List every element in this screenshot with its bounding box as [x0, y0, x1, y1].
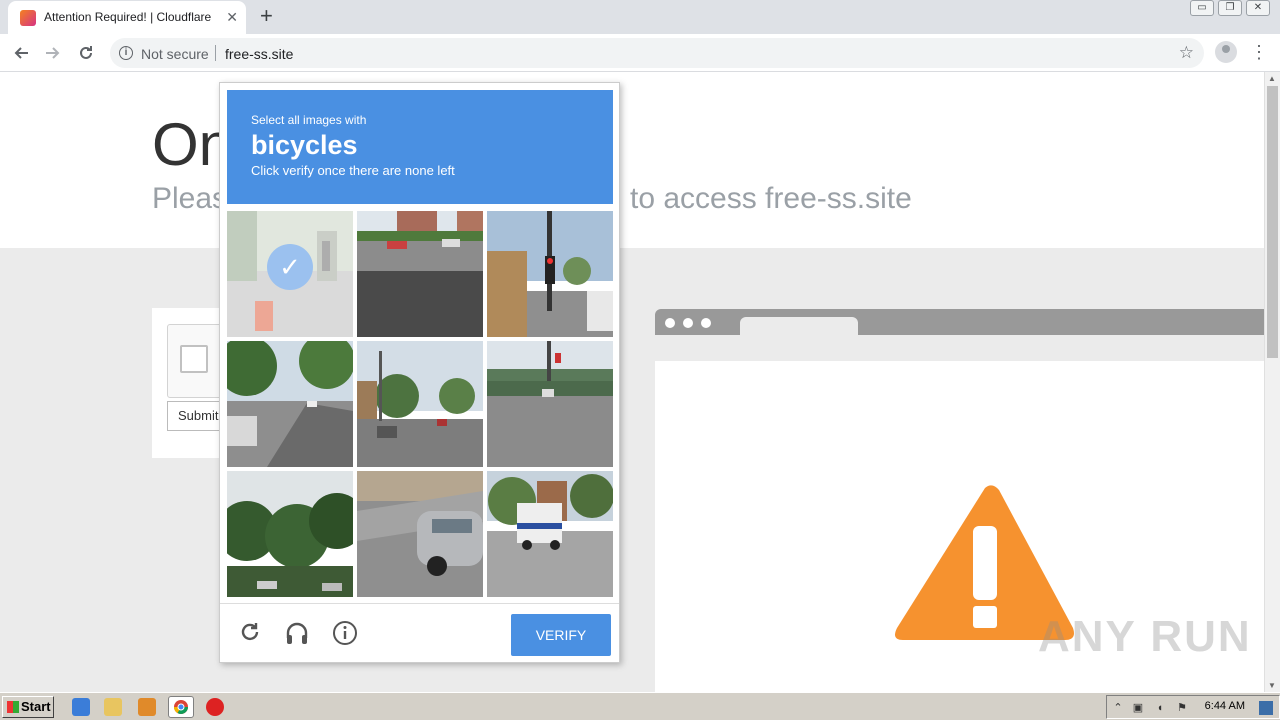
close-window-button[interactable]: ✕ [1246, 0, 1270, 16]
restore-button[interactable]: ❐ [1218, 0, 1242, 16]
cloudflare-favicon-icon [20, 10, 36, 26]
menu-dots-icon[interactable]: ⋮ [1250, 40, 1268, 64]
reload-challenge-button[interactable] [236, 620, 264, 648]
start-label: Start [21, 699, 51, 714]
parked-van-image [357, 471, 483, 597]
highway-overpass-image [487, 341, 613, 467]
windows-logo-icon [7, 701, 19, 713]
stop-icon[interactable] [206, 698, 224, 716]
taskbar: Start ⌃ ▣ ◖ ⚑ 6:44 AM [0, 692, 1280, 720]
audio-challenge-button[interactable] [283, 620, 311, 648]
tray-expand-icon[interactable]: ⌃ [1111, 701, 1125, 715]
tree-lined-road-image [227, 341, 353, 467]
scroll-up-icon[interactable]: ▲ [1268, 74, 1276, 83]
image-tile[interactable] [487, 471, 613, 597]
image-tile[interactable] [487, 341, 613, 467]
network-icon[interactable]: ▣ [1131, 701, 1145, 715]
trees-parking-image [227, 471, 353, 597]
volume-icon[interactable]: ◖ [1153, 701, 1167, 715]
flag-icon[interactable]: ⚑ [1175, 701, 1189, 715]
chrome-taskbar-button[interactable] [168, 696, 194, 718]
scroll-thumb[interactable] [1267, 86, 1278, 358]
delivery-truck-image [487, 471, 613, 597]
info-icon[interactable]: i [119, 46, 133, 60]
folder-icon[interactable] [104, 698, 122, 716]
selected-check-icon: ✓ [267, 244, 313, 290]
challenge-prompt: Select all images with [251, 113, 367, 127]
image-tile[interactable] [357, 211, 483, 337]
chrome-icon [174, 700, 188, 714]
security-label: Not secure [141, 46, 209, 62]
system-tray: ⌃ ▣ ◖ ⚑ 6:44 AM [1106, 695, 1280, 719]
profile-avatar-icon[interactable] [1215, 41, 1237, 63]
image-grid: ✓ [227, 211, 613, 597]
captcha-challenge: Select all images with bicycles Click ve… [219, 82, 620, 663]
challenge-header: Select all images with bicycles Click ve… [227, 90, 613, 204]
image-tile[interactable] [227, 471, 353, 597]
image-tile[interactable]: ✓ [227, 211, 353, 337]
browser-tab[interactable]: Attention Required! | Cloudflare ✕ [8, 1, 246, 34]
page-subheading-left: Pleas [152, 182, 228, 215]
illustration-dot [665, 318, 675, 328]
tab-title: Attention Required! | Cloudflare [44, 10, 212, 24]
tab-strip: Attention Required! | Cloudflare ✕ + ▭ ❐… [0, 0, 1280, 34]
recaptcha-checkbox[interactable] [180, 345, 208, 373]
arrow-left-icon [14, 47, 28, 59]
divider [215, 45, 216, 61]
address-bar[interactable]: i Not secure free-ss.site ☆ [110, 38, 1204, 68]
browser-toolbar: i Not secure free-ss.site ☆ ⋮ [0, 34, 1280, 72]
image-tile[interactable] [357, 471, 483, 597]
illustration-dot [683, 318, 693, 328]
ie-icon[interactable] [72, 698, 90, 716]
arrow-right-icon [46, 47, 60, 59]
back-button[interactable] [8, 40, 34, 66]
new-tab-button[interactable]: + [260, 5, 273, 27]
page-subheading-right: to access free-ss.site [630, 182, 912, 215]
page-scrollbar[interactable]: ▲ ▼ [1264, 72, 1280, 692]
reload-button[interactable] [73, 40, 99, 66]
challenge-footer: VERIFY [220, 603, 619, 662]
challenge-target: bicycles [251, 130, 358, 160]
image-tile[interactable] [227, 341, 353, 467]
info-circle-icon [333, 621, 357, 645]
illustration-dot [701, 318, 711, 328]
page-content: On Pleas to access free-ss.site Submit A… [0, 72, 1264, 692]
url-text[interactable]: free-ss.site [225, 46, 293, 62]
clock: 6:44 AM [1204, 700, 1245, 712]
verify-button[interactable]: VERIFY [511, 614, 611, 656]
help-button[interactable] [331, 620, 359, 648]
media-player-icon[interactable] [138, 698, 156, 716]
minimize-button[interactable]: ▭ [1190, 0, 1214, 16]
illustration-tab [740, 317, 858, 335]
suburban-street-image [357, 341, 483, 467]
tab-close-icon[interactable]: ✕ [226, 8, 238, 26]
show-desktop-icon[interactable] [1259, 701, 1273, 715]
window-controls: ▭ ❐ ✕ [1190, 0, 1270, 16]
anyrun-watermark: ANY RUN [1038, 612, 1252, 661]
image-tile[interactable] [357, 341, 483, 467]
headphones-icon [286, 622, 308, 644]
forward-button[interactable] [40, 40, 66, 66]
image-tile[interactable] [487, 211, 613, 337]
highway-road-image [357, 211, 483, 337]
bookmark-star-icon[interactable]: ☆ [1179, 43, 1194, 63]
challenge-instruction: Click verify once there are none left [251, 163, 455, 178]
submit-button[interactable]: Submit [167, 401, 227, 431]
refresh-icon [241, 623, 259, 641]
scroll-down-icon[interactable]: ▼ [1268, 681, 1276, 690]
page-banner: On Pleas to access free-ss.site [0, 72, 1264, 248]
reload-icon [80, 46, 92, 59]
traffic-light-street-image [487, 211, 613, 337]
start-button[interactable]: Start [2, 696, 54, 718]
